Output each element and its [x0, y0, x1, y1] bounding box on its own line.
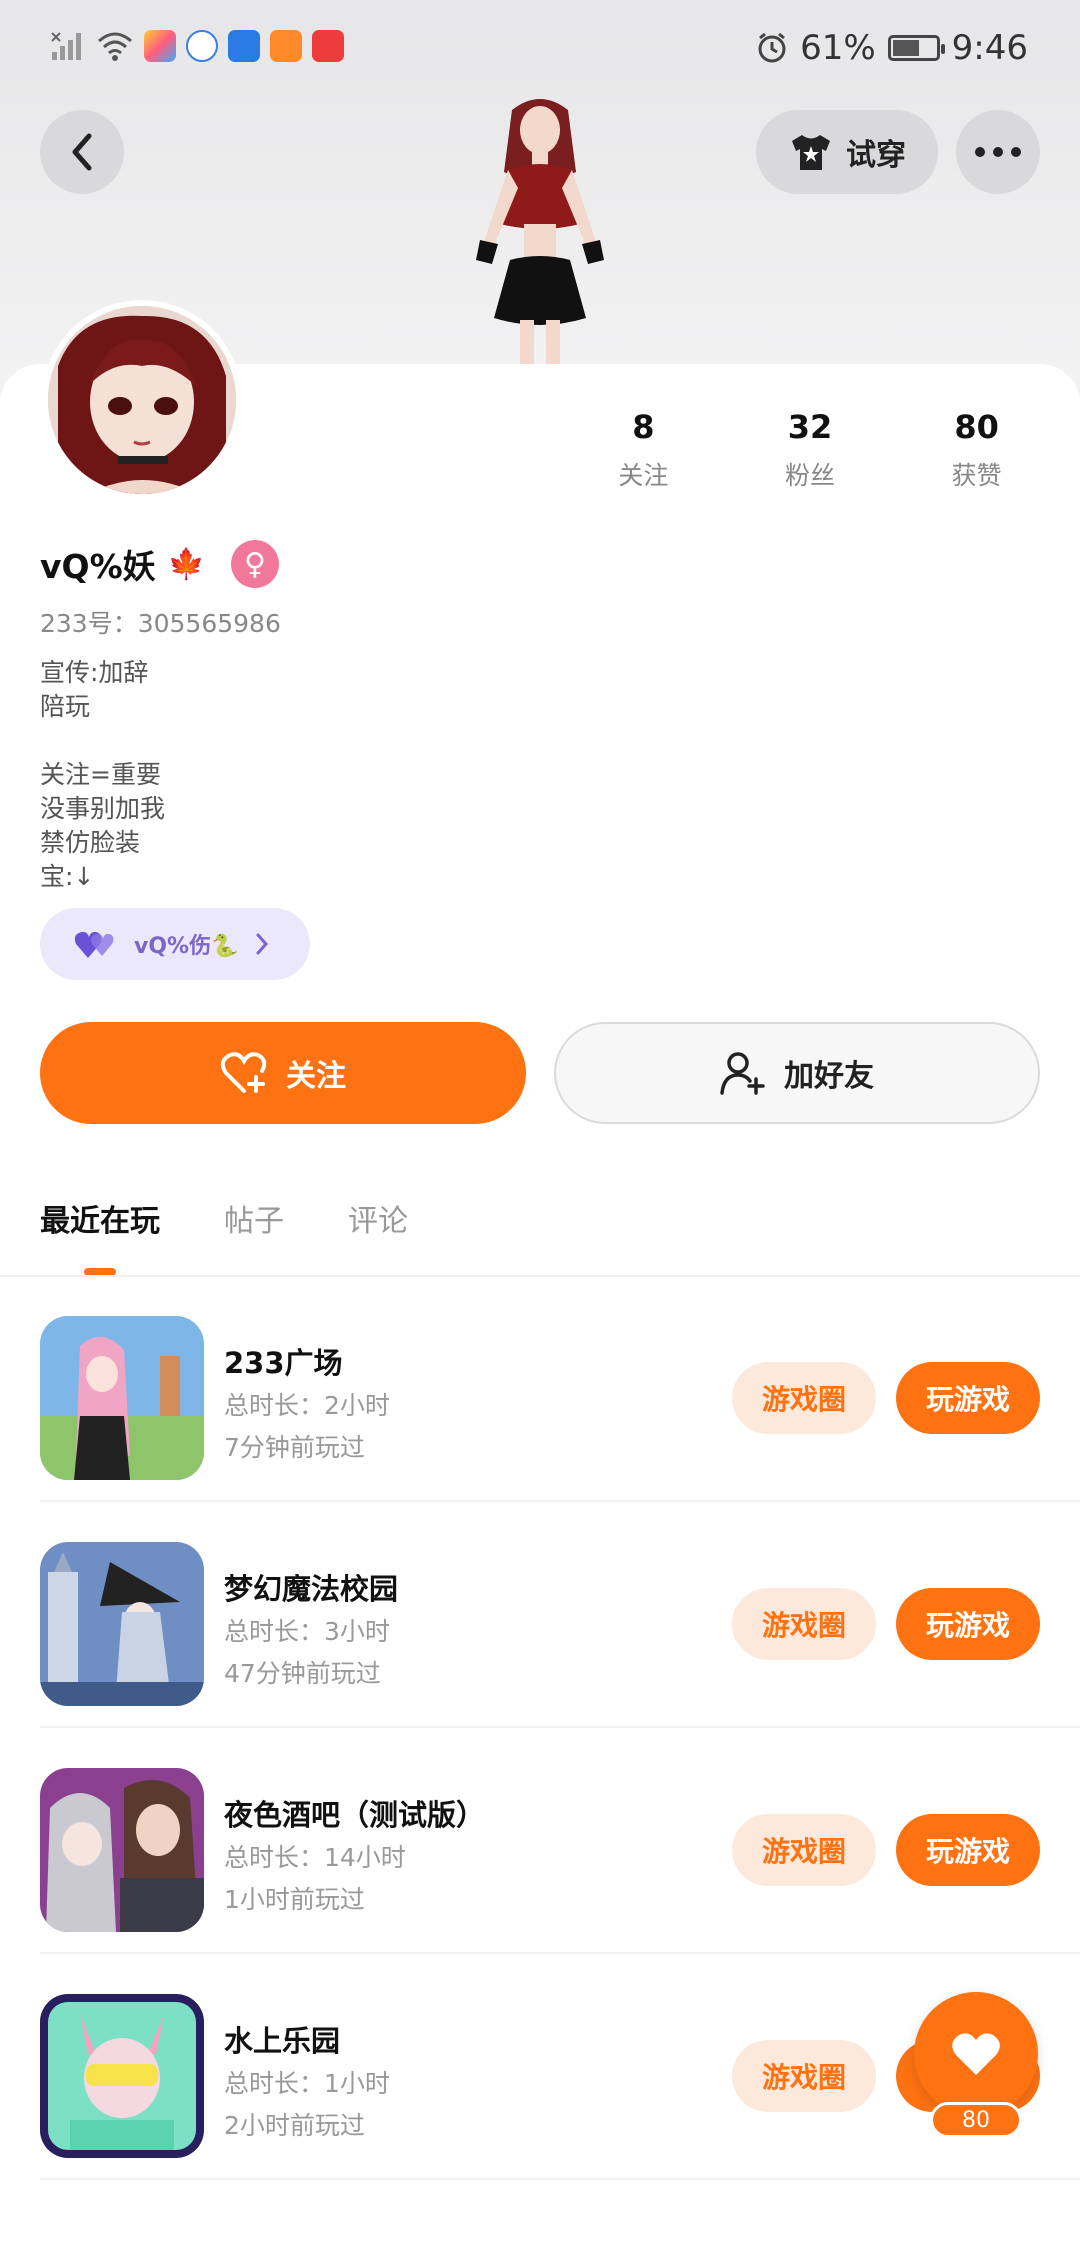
- game-thumbnail: [40, 1316, 204, 1480]
- like-button[interactable]: [914, 1992, 1038, 2116]
- game-cover-image: [40, 1542, 204, 1706]
- status-bar: 61% 9:46: [0, 20, 1080, 80]
- game-last-played: 1小时前玩过: [224, 1885, 365, 1914]
- list-item[interactable]: 233广场 总时长：2小时 7分钟前玩过 游戏圈 玩游戏: [40, 1276, 1080, 1502]
- play-game-button[interactable]: 玩游戏: [896, 1362, 1040, 1434]
- more-dots-icon: [975, 147, 1021, 157]
- game-title: 233广场: [224, 1346, 343, 1380]
- add-friend-button[interactable]: 加好友: [554, 1022, 1040, 1124]
- alarm-icon: [758, 32, 786, 63]
- game-title: 夜色酒吧（测试版）: [224, 1798, 486, 1832]
- tab-comments[interactable]: 评论: [348, 1196, 408, 1240]
- family-badge[interactable]: vQ%伤🐍: [40, 908, 310, 980]
- double-heart-icon: [74, 931, 114, 958]
- game-circle-button[interactable]: 游戏圈: [732, 2040, 876, 2112]
- game-circle-button[interactable]: 游戏圈: [732, 1814, 876, 1886]
- clock: 9:46: [951, 28, 1028, 68]
- heart-icon: [952, 2033, 1000, 2075]
- profile-bio: 宣传:加辞 陪玩 关注=重要 没事别加我 禁仿脸装 宝:↓: [40, 658, 166, 891]
- stat-value: 8: [632, 408, 655, 446]
- status-bar-left: [50, 30, 344, 62]
- stat-label: 获赞: [951, 461, 1002, 490]
- play-game-button[interactable]: 玩游戏: [896, 1814, 1040, 1886]
- female-gender-icon: ♀: [231, 540, 279, 588]
- game-circle-button[interactable]: 游戏圈: [732, 1588, 876, 1660]
- game-duration: 总时长：1小时: [224, 2069, 390, 2098]
- game-title: 水上乐园: [224, 2024, 341, 2058]
- game-last-played: 7分钟前玩过: [224, 1433, 365, 1462]
- app-icon-shield: [228, 30, 260, 62]
- tab-recent-games[interactable]: 最近在玩: [40, 1196, 160, 1240]
- follow-label: 关注: [286, 1059, 346, 1094]
- stat-following[interactable]: 8 关注: [560, 408, 727, 492]
- game-duration: 总时长：14小时: [224, 1843, 406, 1872]
- username: vQ%妖: [40, 547, 156, 586]
- name-row: vQ%妖 🍁 ♀: [40, 540, 279, 588]
- battery-percent: 61%: [800, 28, 876, 68]
- list-item[interactable]: 梦幻魔法校园 总时长：3小时 47分钟前玩过 游戏圈 玩游戏: [40, 1502, 1080, 1728]
- app-icon-video: [270, 30, 302, 62]
- like-count-badge: 80: [930, 2102, 1022, 2138]
- game-duration: 总时长：3小时: [224, 1617, 390, 1646]
- follow-button[interactable]: 关注: [40, 1022, 526, 1124]
- chevron-right-icon: [256, 933, 269, 955]
- profile-avatar[interactable]: [42, 300, 242, 500]
- stat-label: 关注: [618, 461, 669, 490]
- add-friend-label: 加好友: [784, 1059, 874, 1094]
- game-last-played: 47分钟前玩过: [224, 1659, 381, 1688]
- game-thumbnail: [40, 1542, 204, 1706]
- add-user-icon: [720, 1052, 765, 1095]
- game-cover-image: [40, 1768, 204, 1932]
- profile-stats: 8 关注 32 粉丝 80 获赞: [560, 408, 1060, 492]
- game-title: 梦幻魔法校园: [224, 1572, 399, 1606]
- wifi-icon: [98, 32, 132, 61]
- stat-followers[interactable]: 32 粉丝: [727, 408, 894, 492]
- try-on-button[interactable]: 试穿: [756, 110, 938, 194]
- more-button[interactable]: [956, 110, 1040, 194]
- username-emoji: 🍁: [167, 546, 205, 582]
- game-thumbnail: [40, 1994, 204, 2158]
- stat-value: 80: [954, 408, 999, 446]
- signal-icon: [51, 32, 81, 60]
- chevron-left-icon: [72, 133, 92, 171]
- user-id[interactable]: 233号：305565986: [40, 604, 281, 640]
- stat-value: 32: [787, 408, 833, 446]
- try-on-label: 试穿: [846, 138, 906, 173]
- back-button[interactable]: [40, 110, 124, 194]
- game-duration: 总时长：2小时: [224, 1391, 390, 1420]
- game-cover-image: [40, 1994, 204, 2158]
- family-name: vQ%伤🐍: [134, 934, 239, 959]
- app-icon-notes: [144, 30, 176, 62]
- app-icon-huawei: [312, 30, 344, 62]
- profile-tabs: 最近在玩 帖子 评论: [40, 1196, 408, 1240]
- stat-label: 粉丝: [785, 461, 836, 490]
- game-circle-button[interactable]: 游戏圈: [732, 1362, 876, 1434]
- game-thumbnail: [40, 1768, 204, 1932]
- heart-plus-icon: [220, 1052, 267, 1093]
- avatar-portrait-image: [48, 306, 236, 494]
- stat-likes[interactable]: 80 获赞: [893, 408, 1060, 492]
- play-game-button[interactable]: 玩游戏: [896, 1588, 1040, 1660]
- tshirt-icon: [792, 135, 830, 170]
- avatar-character-figure[interactable]: [440, 92, 640, 372]
- tab-posts[interactable]: 帖子: [224, 1196, 284, 1240]
- list-item[interactable]: 夜色酒吧（测试版） 总时长：14小时 1小时前玩过 游戏圈 玩游戏: [40, 1728, 1080, 1954]
- status-bar-right: 61% 9:46: [756, 28, 1028, 68]
- game-cover-image: [40, 1316, 204, 1480]
- battery-icon: [887, 35, 945, 61]
- game-last-played: 2小时前玩过: [224, 2111, 365, 2140]
- app-icon-browser: [186, 30, 218, 62]
